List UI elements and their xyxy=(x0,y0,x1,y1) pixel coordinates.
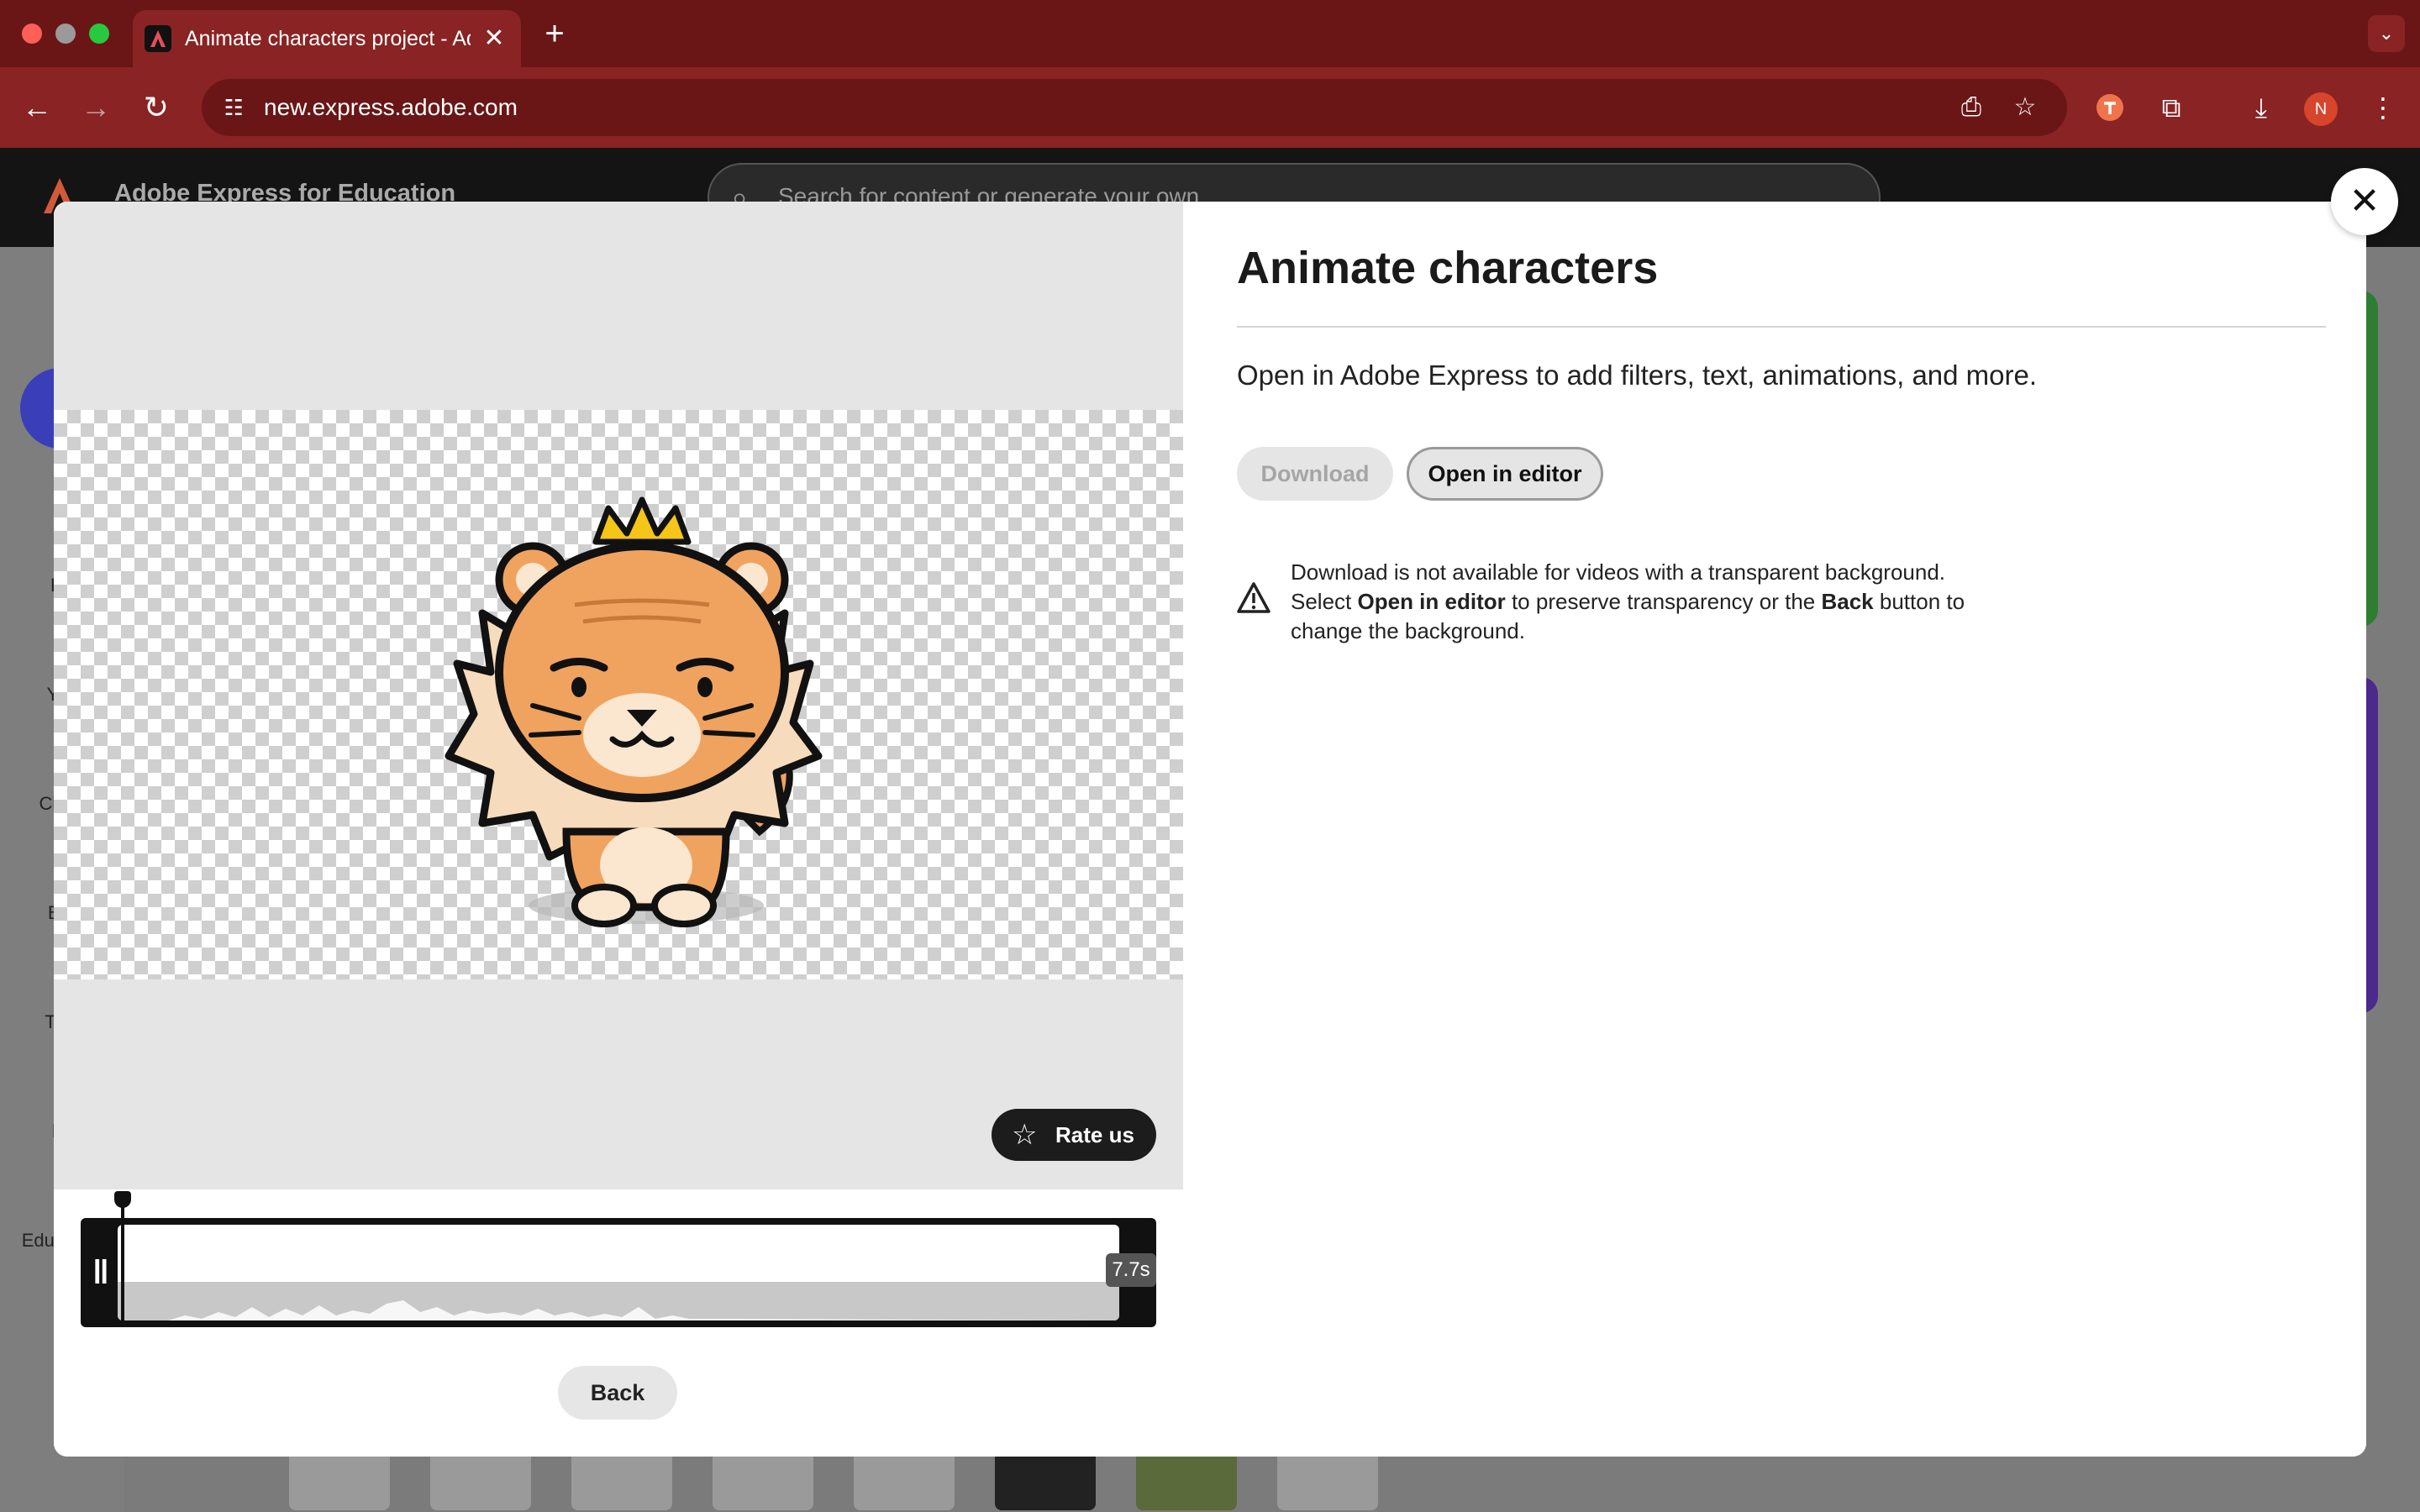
bookmark-star-icon[interactable]: ☆ xyxy=(2008,92,2042,123)
browser-menu-icon[interactable]: ⋮ xyxy=(2361,86,2405,129)
downloads-icon[interactable]: ⤓ xyxy=(2239,86,2283,129)
video-timeline[interactable]: ‖ ‖ xyxy=(81,1218,1156,1327)
warning-icon xyxy=(1237,581,1270,615)
warning-text: Select xyxy=(1291,589,1358,614)
lion-character-image xyxy=(407,496,877,966)
tab-search-chevron-icon[interactable]: ⌄ xyxy=(2368,15,2405,52)
browser-tab[interactable]: Animate characters project - Adobe Expre… xyxy=(133,10,521,67)
close-window-icon[interactable] xyxy=(22,24,42,44)
rate-us-label: Rate us xyxy=(1055,1122,1134,1147)
details-panel: Animate characters Open in Adobe Express… xyxy=(1183,202,2366,1457)
minimize-window-icon[interactable] xyxy=(55,24,76,44)
rate-us-button[interactable]: ☆ Rate us xyxy=(992,1109,1156,1161)
warning-bold-open-in-editor: Open in editor xyxy=(1357,589,1506,614)
timeline-track[interactable] xyxy=(118,1225,1119,1320)
tab-title: Animate characters project - Adobe Expre… xyxy=(185,27,471,50)
playhead-knob[interactable] xyxy=(114,1191,131,1208)
dialog-title: Animate characters xyxy=(1237,243,1659,293)
browser-tabbar: Animate characters project - Adobe Expre… xyxy=(0,0,2420,67)
divider xyxy=(1237,326,2326,328)
close-dialog-icon[interactable]: ✕ xyxy=(2331,168,2398,235)
zoom-window-icon[interactable] xyxy=(89,24,109,44)
back-arrow-icon[interactable]: ← xyxy=(15,86,59,129)
site-settings-icon[interactable]: ☷ xyxy=(218,92,249,123)
open-in-editor-button[interactable]: Open in editor xyxy=(1407,447,1603,501)
tab-close-icon[interactable]: ✕ xyxy=(477,22,511,55)
playhead[interactable] xyxy=(121,1194,124,1327)
extensions-puzzle-icon[interactable]: ⧉ xyxy=(2149,86,2193,129)
address-bar[interactable]: ☷ new.express.adobe.com ⎙ ☆ xyxy=(202,79,2067,136)
duration-badge: 7.7s xyxy=(1106,1253,1156,1287)
audio-waveform xyxy=(118,1282,1119,1320)
extension-app-icon[interactable] xyxy=(2088,86,2132,129)
browser-toolbar: ← → ↻ ☷ new.express.adobe.com ⎙ ☆ ⧉ ⤓ N … xyxy=(0,67,2420,148)
install-app-icon[interactable]: ⎙ xyxy=(1954,92,1988,123)
back-button[interactable]: Back xyxy=(558,1366,677,1420)
adobe-express-favicon-icon xyxy=(145,25,171,52)
trim-start-handle[interactable]: ‖ xyxy=(92,1252,109,1294)
dialog-subtitle: Open in Adobe Express to add filters, te… xyxy=(1237,360,2038,391)
profile-avatar[interactable]: N xyxy=(2304,92,2338,126)
preview-pane: ☆ Rate us ‖ ‖ 7.7s Back xyxy=(54,202,1183,1457)
warning-line-1: Download is not available for videos wit… xyxy=(1291,559,1946,585)
animate-characters-dialog: ☆ Rate us ‖ ‖ 7.7s Back Animate characte… xyxy=(54,202,2366,1457)
reload-icon[interactable]: ↻ xyxy=(134,86,178,129)
star-icon: ☆ xyxy=(1012,1119,1038,1151)
warning-text: to preserve transparency or the xyxy=(1505,589,1822,614)
new-tab-button[interactable]: + xyxy=(538,15,571,52)
download-button[interactable]: Download xyxy=(1237,447,1393,501)
forward-arrow-icon[interactable]: → xyxy=(74,86,118,129)
url-text[interactable]: new.express.adobe.com xyxy=(264,91,518,124)
warning-bold-back: Back xyxy=(1821,589,1874,614)
transparency-warning: Download is not available for videos wit… xyxy=(1291,558,2013,646)
